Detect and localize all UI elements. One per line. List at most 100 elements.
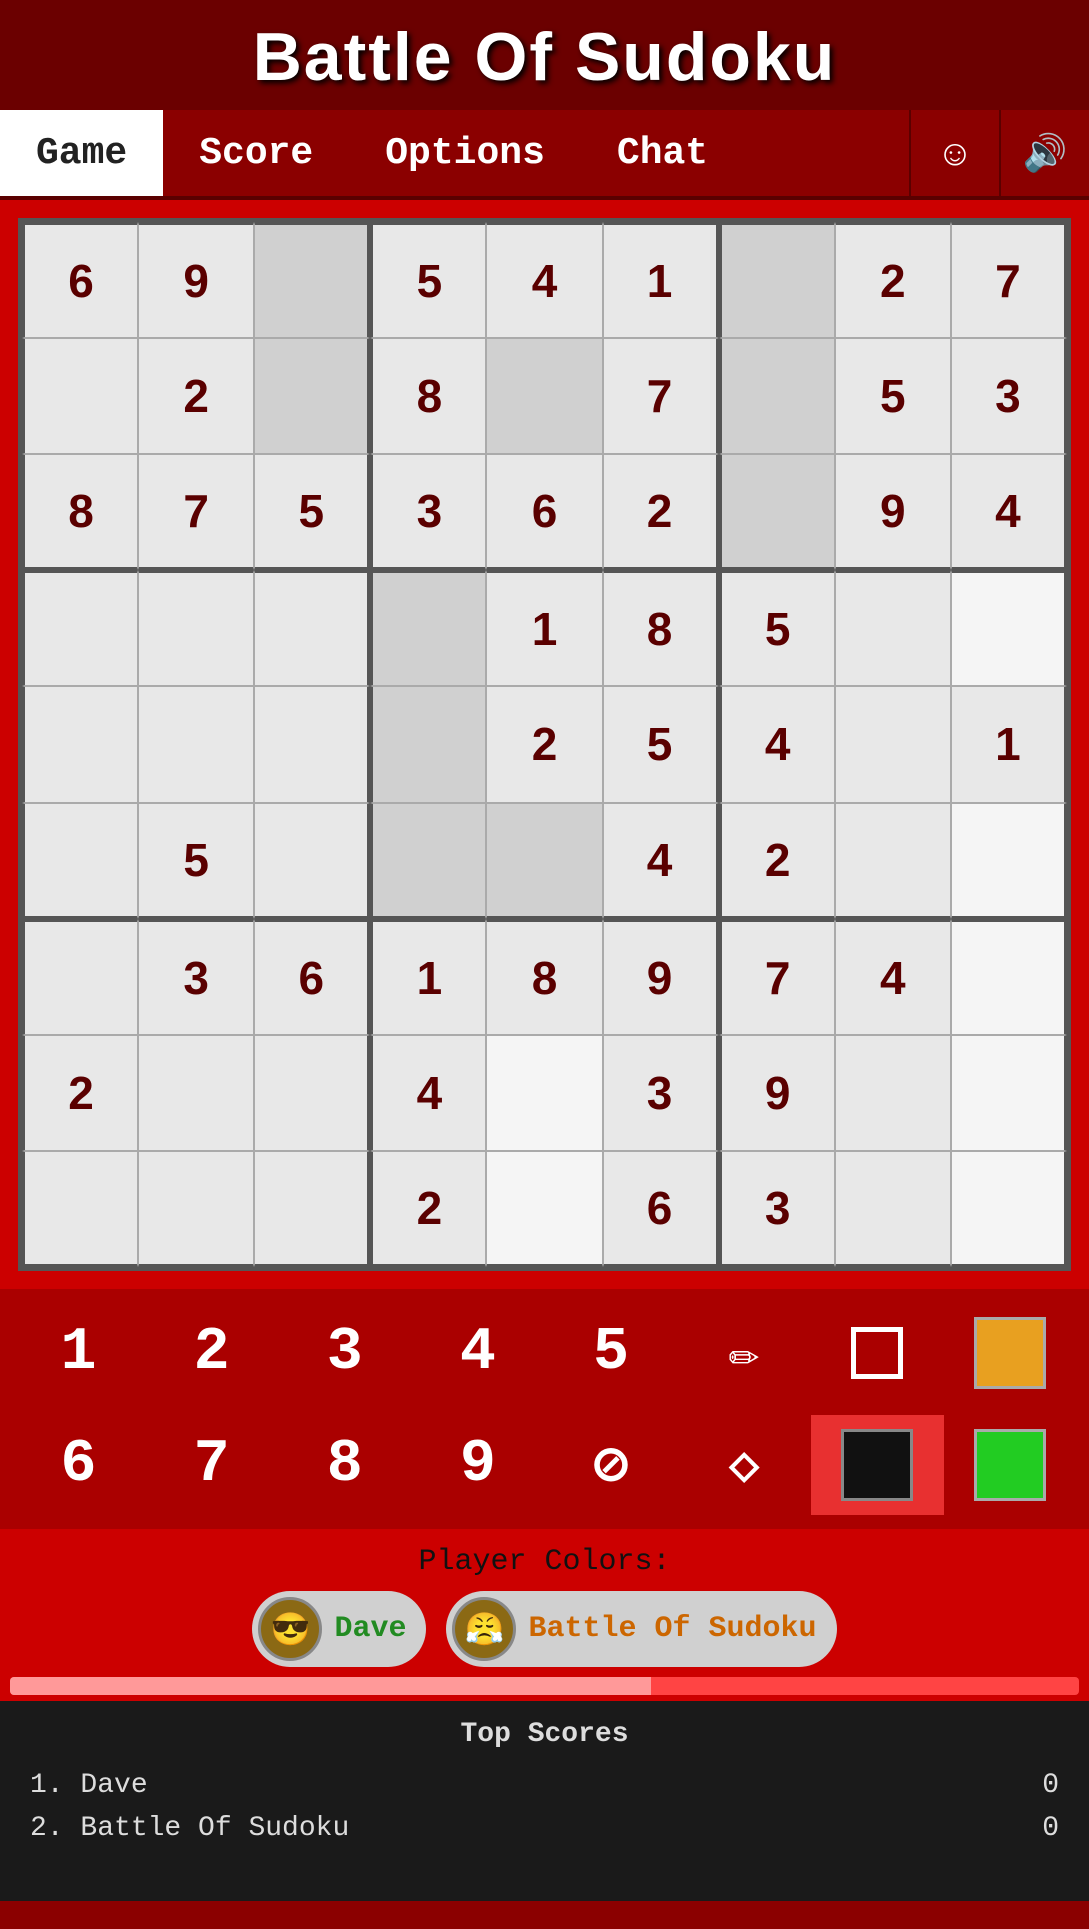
cell-8-5[interactable]: 6 (603, 1151, 719, 1267)
cell-2-5[interactable]: 2 (603, 454, 719, 570)
cell-3-4[interactable]: 1 (486, 570, 602, 686)
cell-0-5[interactable]: 1 (603, 222, 719, 338)
cell-8-7[interactable] (835, 1151, 951, 1267)
cell-2-2[interactable]: 5 (254, 454, 370, 570)
cell-0-2[interactable] (254, 222, 370, 338)
cell-8-4[interactable] (486, 1151, 602, 1267)
cell-6-3[interactable]: 1 (370, 919, 486, 1035)
numpad-9[interactable]: 9 (411, 1415, 544, 1515)
cell-6-7[interactable]: 4 (835, 919, 951, 1035)
cell-7-1[interactable] (138, 1035, 254, 1151)
numpad-2[interactable]: 2 (145, 1303, 278, 1403)
cell-6-2[interactable]: 6 (254, 919, 370, 1035)
cell-6-4[interactable]: 8 (486, 919, 602, 1035)
numpad-4[interactable]: 4 (411, 1303, 544, 1403)
tab-score[interactable]: Score (163, 110, 349, 196)
pencil-button[interactable]: ✏ (678, 1303, 811, 1403)
cell-6-1[interactable]: 3 (138, 919, 254, 1035)
tab-game[interactable]: Game (0, 110, 163, 196)
cell-7-8[interactable] (951, 1035, 1067, 1151)
cell-1-2[interactable] (254, 338, 370, 454)
square-button[interactable] (811, 1303, 944, 1403)
cell-8-2[interactable] (254, 1151, 370, 1267)
cell-1-7[interactable]: 5 (835, 338, 951, 454)
cell-8-1[interactable] (138, 1151, 254, 1267)
cell-6-0[interactable] (22, 919, 138, 1035)
cell-4-6[interactable]: 4 (719, 686, 835, 802)
cell-0-4[interactable]: 4 (486, 222, 602, 338)
cell-1-3[interactable]: 8 (370, 338, 486, 454)
cell-7-7[interactable] (835, 1035, 951, 1151)
cell-6-5[interactable]: 9 (603, 919, 719, 1035)
tab-options[interactable]: Options (349, 110, 581, 196)
cell-5-5[interactable]: 4 (603, 803, 719, 919)
cell-0-0[interactable]: 6 (22, 222, 138, 338)
cell-7-5[interactable]: 3 (603, 1035, 719, 1151)
cell-5-6[interactable]: 2 (719, 803, 835, 919)
cell-2-3[interactable]: 3 (370, 454, 486, 570)
cell-4-2[interactable] (254, 686, 370, 802)
cell-1-1[interactable]: 2 (138, 338, 254, 454)
cell-0-3[interactable]: 5 (370, 222, 486, 338)
cell-2-7[interactable]: 9 (835, 454, 951, 570)
green-swatch[interactable] (944, 1415, 1077, 1515)
cell-0-6[interactable] (719, 222, 835, 338)
cell-4-1[interactable] (138, 686, 254, 802)
cancel-button[interactable]: ⊘ (545, 1415, 678, 1515)
cell-5-4[interactable] (486, 803, 602, 919)
cell-4-4[interactable]: 2 (486, 686, 602, 802)
cell-3-3[interactable] (370, 570, 486, 686)
cell-3-1[interactable] (138, 570, 254, 686)
cell-2-6[interactable] (719, 454, 835, 570)
cell-7-6[interactable]: 9 (719, 1035, 835, 1151)
cell-2-0[interactable]: 8 (22, 454, 138, 570)
cell-0-7[interactable]: 2 (835, 222, 951, 338)
numpad-7[interactable]: 7 (145, 1415, 278, 1515)
cell-2-4[interactable]: 6 (486, 454, 602, 570)
numpad-8[interactable]: 8 (278, 1415, 411, 1515)
sound-button[interactable]: 🔊 (999, 110, 1089, 196)
fill-button[interactable]: ◇ (678, 1415, 811, 1515)
cell-6-6[interactable]: 7 (719, 919, 835, 1035)
cell-4-5[interactable]: 5 (603, 686, 719, 802)
cell-7-2[interactable] (254, 1035, 370, 1151)
cell-5-7[interactable] (835, 803, 951, 919)
cell-7-3[interactable]: 4 (370, 1035, 486, 1151)
cell-1-5[interactable]: 7 (603, 338, 719, 454)
cell-1-6[interactable] (719, 338, 835, 454)
black-swatch[interactable] (811, 1415, 944, 1515)
cell-3-7[interactable] (835, 570, 951, 686)
numpad-5[interactable]: 5 (545, 1303, 678, 1403)
cell-5-0[interactable] (22, 803, 138, 919)
cell-8-3[interactable]: 2 (370, 1151, 486, 1267)
cell-4-7[interactable] (835, 686, 951, 802)
cell-3-2[interactable] (254, 570, 370, 686)
emoji-button[interactable]: ☺ (909, 110, 999, 196)
cell-1-0[interactable] (22, 338, 138, 454)
cell-5-1[interactable]: 5 (138, 803, 254, 919)
cell-3-6[interactable]: 5 (719, 570, 835, 686)
cell-5-8[interactable] (951, 803, 1067, 919)
cell-7-4[interactable] (486, 1035, 602, 1151)
cell-0-8[interactable]: 7 (951, 222, 1067, 338)
tab-chat[interactable]: Chat (581, 110, 744, 196)
numpad-3[interactable]: 3 (278, 1303, 411, 1403)
cell-0-1[interactable]: 9 (138, 222, 254, 338)
orange-swatch[interactable] (944, 1303, 1077, 1403)
cell-1-4[interactable] (486, 338, 602, 454)
cell-7-0[interactable]: 2 (22, 1035, 138, 1151)
numpad-1[interactable]: 1 (12, 1303, 145, 1403)
cell-4-8[interactable]: 1 (951, 686, 1067, 802)
cell-3-0[interactable] (22, 570, 138, 686)
cell-3-8[interactable] (951, 570, 1067, 686)
cell-4-0[interactable] (22, 686, 138, 802)
cell-1-8[interactable]: 3 (951, 338, 1067, 454)
cell-8-0[interactable] (22, 1151, 138, 1267)
cell-3-5[interactable]: 8 (603, 570, 719, 686)
cell-5-2[interactable] (254, 803, 370, 919)
cell-8-6[interactable]: 3 (719, 1151, 835, 1267)
cell-5-3[interactable] (370, 803, 486, 919)
cell-6-8[interactable] (951, 919, 1067, 1035)
cell-4-3[interactable] (370, 686, 486, 802)
cell-2-1[interactable]: 7 (138, 454, 254, 570)
